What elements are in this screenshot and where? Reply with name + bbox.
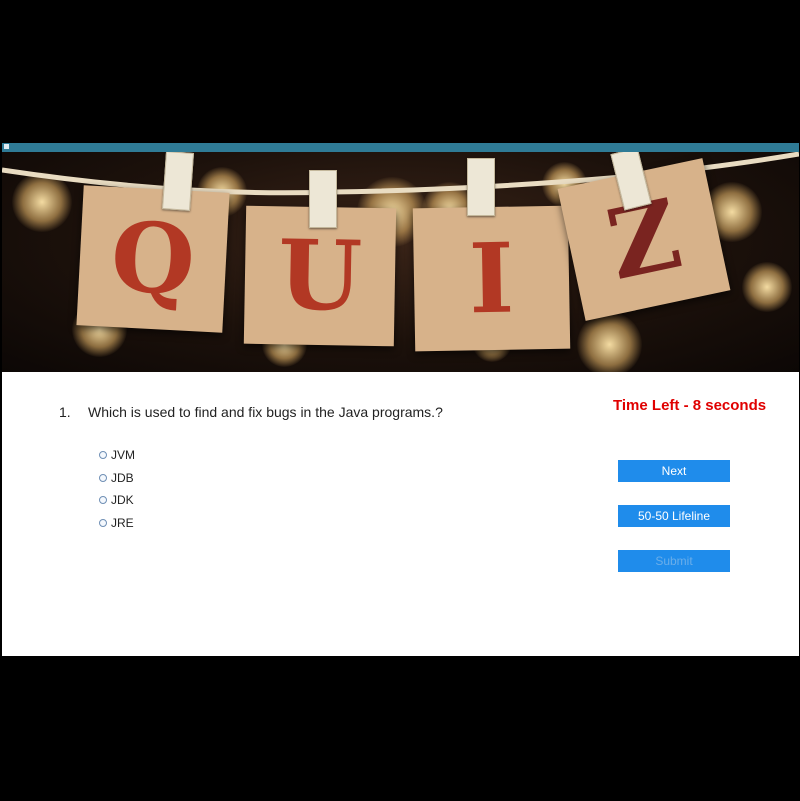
quiz-card-letter: Q <box>108 199 198 318</box>
answer-options: JVM JDB JDK JRE <box>99 444 135 534</box>
option-jre[interactable]: JRE <box>99 512 135 535</box>
option-jdk[interactable]: JDK <box>99 489 135 512</box>
option-label: JDK <box>111 493 134 508</box>
lifeline-button[interactable]: 50-50 Lifeline <box>618 505 730 527</box>
quiz-card: Q <box>76 185 230 333</box>
title-bar <box>2 143 799 152</box>
quiz-banner-image: Q U I Z <box>2 152 799 372</box>
clothespin-icon <box>162 152 194 211</box>
option-label: JDB <box>111 470 134 485</box>
quiz-card: I <box>412 205 571 352</box>
option-jvm[interactable]: JVM <box>99 444 135 467</box>
clothespin-icon <box>309 170 337 228</box>
quiz-card-letter: I <box>468 221 515 335</box>
next-button[interactable]: Next <box>618 460 730 482</box>
question-text: 1. Which is used to find and fix bugs in … <box>59 404 443 420</box>
radio-button-icon[interactable] <box>99 496 107 505</box>
radio-button-icon[interactable] <box>99 473 107 482</box>
question-label: Which is used to find and fix bugs in th… <box>88 404 443 420</box>
radio-button-icon[interactable] <box>99 451 107 460</box>
submit-button[interactable]: Submit <box>618 550 730 572</box>
clothespin-icon <box>467 158 495 216</box>
time-left-label: Time Left - 8 seconds <box>613 397 767 414</box>
question-number: 1. <box>59 404 71 420</box>
option-label: JVM <box>111 448 135 463</box>
radio-button-icon[interactable] <box>99 518 107 527</box>
option-jdb[interactable]: JDB <box>99 467 135 490</box>
quiz-window: Q U I Z 1. Which is used to find and fix … <box>2 143 799 656</box>
window-menu-icon[interactable] <box>4 144 9 149</box>
quiz-card-letter: U <box>277 218 363 333</box>
option-label: JRE <box>111 515 134 530</box>
